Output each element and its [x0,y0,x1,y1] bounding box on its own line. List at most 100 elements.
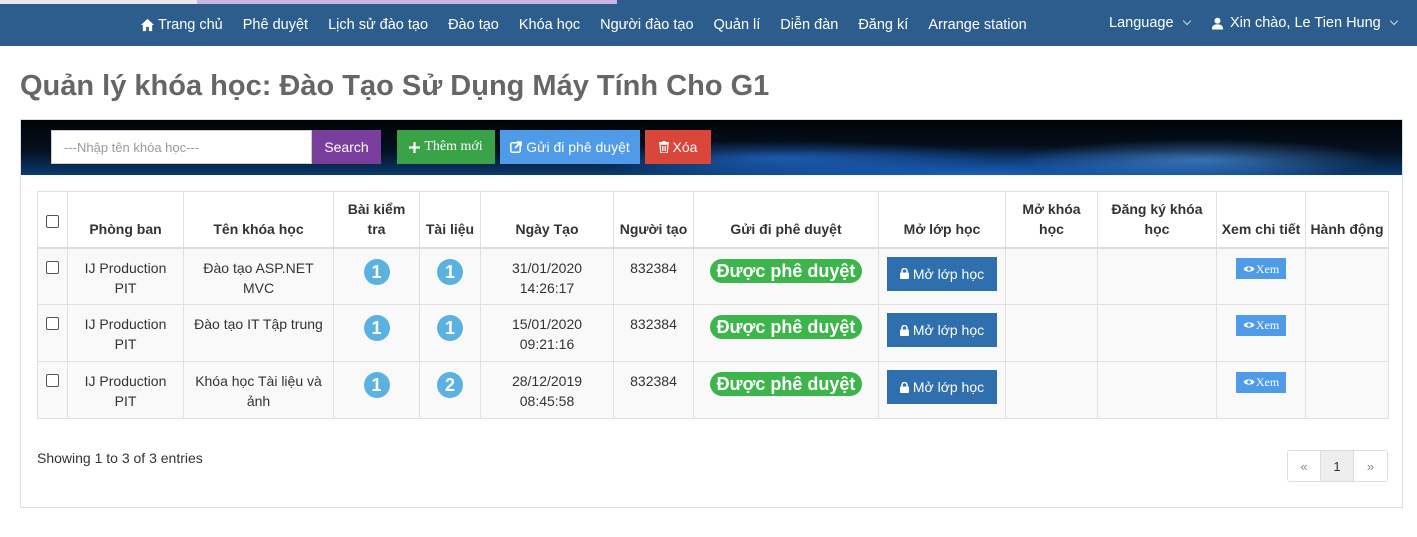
nav-item-register[interactable]: Đăng kí [848,0,918,46]
page-title: Quản lý khóa học: Đào Tạo Sử Dụng Máy Tí… [20,70,770,102]
table-row: IJ Production PIT Khóa học Tài liệu và ả… [37,361,1389,419]
trash-icon [658,141,669,153]
view-detail-button[interactable]: Xem [1236,371,1286,393]
approval-cell: Được phê duyệt [693,304,879,362]
select-cell [37,304,68,362]
open-class-button[interactable]: Mở lớp học [887,256,997,291]
toolbar: Search Thêm mới Gửi đi phê duyệt Xóa [21,120,1402,175]
open-class-button[interactable]: Mở lớp học [887,313,997,347]
nav-item-courses[interactable]: Khóa học [509,0,590,46]
open-class-label: Mở lớp học [912,379,985,395]
column-header: Phòng ban [67,191,184,248]
course-name-cell: Khóa học Tài liệu và ảnh [183,361,334,419]
approval-cell: Được phê duyệt [693,247,879,305]
created-cell: 15/01/2020 09:21:16 [480,304,614,362]
open-class-button[interactable]: Mở lớp học [887,370,997,404]
pagination-page[interactable]: 1 [1321,451,1354,481]
chevron-down-icon [1389,16,1398,25]
user-greeting: Xin chào, Le Tien Hung [1230,15,1381,31]
creator-cell: 832384 [613,247,694,305]
docs-count-badge[interactable]: 1 [437,315,463,341]
docs-count-badge[interactable]: 2 [437,372,463,398]
open-course-cell [1005,247,1098,305]
table-info: Showing 1 to 3 of 3 entries [37,450,203,466]
home-icon [140,18,155,31]
open-course-cell [1005,361,1098,419]
select-cell [37,361,68,419]
search-button[interactable]: Search [312,130,381,164]
view-detail-button[interactable]: Xem [1236,258,1286,279]
open-class-cell: Mở lớp học [878,304,1006,362]
course-name-cell: Đào tạo ASP.NET MVC [183,247,334,305]
docs-cell: 1 [419,304,481,362]
view-label: Xem [1255,261,1280,276]
register-course-cell [1097,304,1217,362]
detail-cell: Xem [1216,247,1306,305]
send-approval-button[interactable]: Gửi đi phê duyệt [500,130,640,164]
user-menu[interactable]: Xin chào, Le Tien Hung [1211,0,1398,46]
language-label: Language [1109,15,1174,31]
select-all-checkbox[interactable] [46,214,59,228]
column-header: Gửi đi phê duyệt [693,191,879,248]
department-cell: IJ Production PIT [67,361,184,419]
pagination-next[interactable]: » [1354,451,1387,481]
column-header: Người tạo [613,191,694,248]
view-label: Xem [1255,318,1280,332]
column-header: Xem chi tiết [1216,191,1306,248]
tests-count-badge[interactable]: 1 [363,372,390,398]
approval-status-badge: Được phê duyệt [709,372,863,396]
lock-icon [899,268,909,279]
action-cell [1305,361,1389,419]
nav-item-arrange-station[interactable]: Arrange station [918,0,1036,46]
search-input[interactable] [51,130,312,164]
nav-item-label: Quản lí [713,16,761,33]
language-dropdown[interactable]: Language [1109,0,1191,46]
created-date: 28/12/2019 [511,373,583,389]
row-checkbox[interactable] [46,317,59,330]
nav-item-forum[interactable]: Diễn đàn [770,0,848,46]
search-button-label: Search [324,139,369,155]
delete-button[interactable]: Xóa [645,130,711,164]
docs-count-badge[interactable]: 1 [437,258,463,285]
delete-label: Xóa [672,139,698,155]
share-icon [510,141,523,153]
add-new-label: Thêm mới [424,139,483,154]
department-cell: IJ Production PIT [67,247,184,305]
row-checkbox[interactable] [46,260,59,274]
nav-item-label: Khóa học [518,16,581,33]
pagination: « 1 » [1287,450,1388,482]
approval-status-badge: Được phê duyệt [709,315,863,339]
nav-item-label: Đào tạo [448,16,499,33]
course-table: Phòng ban Tên khóa học Bài kiểm tra Tài … [37,191,1389,419]
table-row: IJ Production PIT Đào tạo ASP.NET MVC 1 … [37,247,1389,305]
nav-item-label: Đăng kí [858,16,909,33]
add-new-button[interactable]: Thêm mới [397,130,495,164]
tests-count-badge[interactable]: 1 [363,315,390,341]
eye-icon [1243,379,1255,385]
register-course-cell [1097,247,1217,305]
nav-item-training[interactable]: Đào tạo [438,0,509,46]
nav-item-label: Phê duyệt [242,16,309,33]
course-panel: Search Thêm mới Gửi đi phê duyệt Xóa Phò… [20,119,1403,508]
view-detail-button[interactable]: Xem [1236,314,1286,336]
nav-item-trainers[interactable]: Người đào tạo [590,0,703,46]
eye-icon [1243,265,1255,272]
nav-item-home[interactable]: Trang chủ [130,0,233,46]
select-cell [37,247,68,305]
column-header: Mở khóa học [1005,191,1098,248]
column-header: Bài kiểm tra [333,191,420,248]
pagination-prev[interactable]: « [1288,451,1321,481]
tests-count-badge[interactable]: 1 [363,258,390,285]
row-checkbox[interactable] [46,374,59,387]
nav-item-management[interactable]: Quản lí [704,0,771,46]
created-date: 31/01/2020 [511,259,583,276]
open-class-cell: Mở lớp học [878,361,1006,419]
created-cell: 31/01/2020 14:26:17 [480,247,614,305]
action-cell [1305,304,1389,362]
plus-icon [409,141,421,153]
open-class-cell: Mở lớp học [878,247,1006,305]
nav-item-approval[interactable]: Phê duyệt [233,0,318,46]
user-icon [1211,17,1224,30]
register-course-cell [1097,361,1217,419]
nav-item-training-history[interactable]: Lịch sử đào tạo [318,0,438,46]
